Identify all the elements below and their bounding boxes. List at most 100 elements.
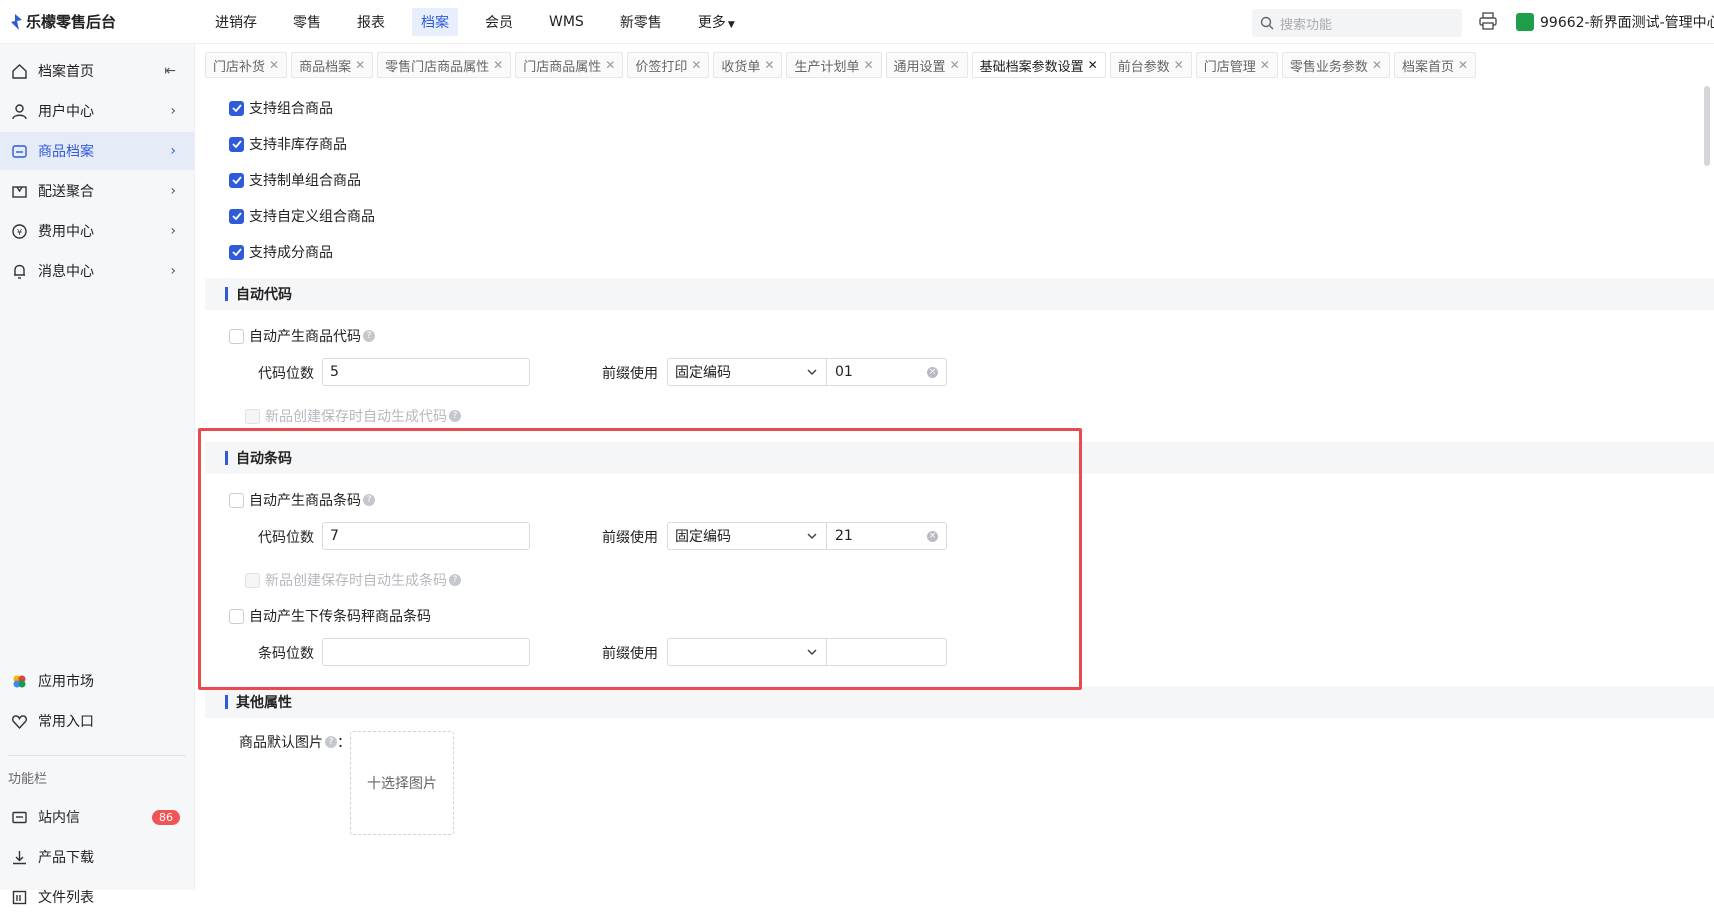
- tab-archive-home[interactable]: 档案首页 ✕: [1393, 52, 1477, 78]
- store-label: 99662-新界面测试-管理中心: [1540, 15, 1714, 31]
- search-box[interactable]: 搜索功能: [1252, 9, 1462, 37]
- printer-icon[interactable]: [1478, 12, 1498, 30]
- help-icon[interactable]: ?: [449, 574, 461, 586]
- checkbox-checked-icon[interactable]: [229, 208, 244, 224]
- checkbox-auto-scale-barcode[interactable]: 自动产生下传条码秤商品条码: [229, 606, 431, 626]
- help-icon[interactable]: ?: [325, 736, 337, 748]
- checkbox-checked-icon[interactable]: [229, 244, 244, 260]
- tab-store-replenish[interactable]: 门店补货 ✕: [205, 52, 288, 78]
- tab-retail-store-product-attr[interactable]: 零售门店商品属性 ✕: [377, 52, 512, 78]
- scale-digits-input[interactable]: [322, 638, 530, 666]
- sidebar-item-app-market[interactable]: 应用市场: [0, 662, 194, 700]
- scale-prefix-type-select[interactable]: [667, 638, 827, 666]
- checkbox-checked-icon[interactable]: [229, 100, 244, 116]
- sidebar-item-download[interactable]: 产品下载: [0, 838, 194, 876]
- topnav-item-retail[interactable]: 零售: [284, 8, 330, 36]
- barcode-prefix-value-input[interactable]: 21 ×: [827, 522, 947, 550]
- clear-icon[interactable]: ×: [927, 367, 938, 378]
- close-icon[interactable]: ✕: [691, 58, 701, 72]
- close-icon[interactable]: ✕: [1372, 58, 1382, 72]
- close-icon[interactable]: ✕: [1260, 58, 1270, 72]
- sidebar-item-message-center[interactable]: 消息中心 ›: [0, 252, 194, 290]
- sidebar-item-user-center[interactable]: 用户中心 ›: [0, 92, 194, 130]
- close-icon[interactable]: ✕: [1174, 58, 1184, 72]
- checkbox-label: 自动产生商品代码: [249, 329, 361, 345]
- checkbox-label: 支持非库存商品: [249, 137, 347, 153]
- close-icon[interactable]: ✕: [269, 58, 279, 72]
- store-switcher[interactable]: 99662-新界面测试-管理中心: [1516, 12, 1714, 32]
- checkbox-checked-icon[interactable]: [229, 136, 244, 152]
- sidebar-item-delivery[interactable]: 配送聚合 ›: [0, 172, 194, 210]
- topnav-item-member[interactable]: 会员: [476, 8, 522, 36]
- close-icon[interactable]: ✕: [1088, 58, 1098, 72]
- select-image-button[interactable]: 十选择图片: [350, 731, 454, 835]
- checkbox-order-combo-product[interactable]: 支持制单组合商品: [229, 170, 361, 190]
- tab-retail-business-params[interactable]: 零售业务参数 ✕: [1281, 52, 1390, 78]
- more-label: 更多: [697, 14, 726, 31]
- close-icon[interactable]: ✕: [764, 58, 774, 72]
- tab-product-archive[interactable]: 商品档案 ✕: [291, 52, 374, 78]
- close-icon[interactable]: ✕: [863, 58, 873, 72]
- sidebar-item-file-list[interactable]: 文件列表: [0, 878, 194, 916]
- checkbox-unchecked-icon[interactable]: [229, 608, 244, 624]
- sidebar-item-inbox[interactable]: 站内信 86: [0, 798, 194, 836]
- tab-general-settings[interactable]: 通用设置 ✕: [885, 52, 968, 78]
- prefix-value-input[interactable]: 01 ×: [827, 358, 947, 386]
- help-icon[interactable]: ?: [363, 330, 375, 342]
- checkbox-unchecked-icon[interactable]: [229, 328, 244, 344]
- help-icon[interactable]: ?: [449, 410, 461, 422]
- tab-frontend-params[interactable]: 前台参数 ✕: [1109, 52, 1192, 78]
- prefix-type-select[interactable]: 固定编码: [667, 358, 827, 386]
- sidebar-item-label: 用户中心: [38, 104, 94, 120]
- close-icon[interactable]: ✕: [605, 58, 615, 72]
- help-icon[interactable]: ?: [363, 494, 375, 506]
- scrollbar[interactable]: [1704, 86, 1714, 890]
- sidebar-item-archive-home[interactable]: 档案首页 ⇤: [0, 52, 194, 90]
- checkbox-auto-product-code[interactable]: 自动产生商品代码 ?: [229, 326, 375, 346]
- sidebar-item-fee-center[interactable]: ¥ 费用中心 ›: [0, 212, 194, 250]
- collapse-sidebar-icon[interactable]: ⇤: [164, 63, 176, 79]
- checkbox-non-stock-product[interactable]: 支持非库存商品: [229, 134, 347, 154]
- topnav-item-jxc[interactable]: 进销存: [206, 8, 266, 36]
- checkbox-auto-gen-code-on-save: 新品创建保存时自动生成代码 ?: [245, 406, 461, 426]
- checkbox-custom-combo-product[interactable]: 支持自定义组合商品: [229, 206, 375, 226]
- tab-store-product-attr[interactable]: 门店商品属性 ✕: [515, 52, 624, 78]
- prefix-type-value: 固定编码: [675, 529, 731, 545]
- tab-receipt[interactable]: 收货单 ✕: [713, 52, 783, 78]
- close-icon[interactable]: ✕: [1458, 58, 1468, 72]
- prefix-label: 前缀使用: [602, 530, 658, 546]
- barcode-digits-input[interactable]: 7: [322, 522, 530, 550]
- tab-basic-archive-params[interactable]: 基础档案参数设置 ✕: [971, 52, 1106, 78]
- tab-label: 价签打印: [635, 59, 688, 75]
- code-digits-input[interactable]: 5: [322, 358, 530, 386]
- checkbox-checked-icon[interactable]: [229, 172, 244, 188]
- topnav-item-wms[interactable]: WMS: [540, 10, 593, 34]
- scrollbar-thumb[interactable]: [1704, 86, 1710, 166]
- sidebar-item-favorites[interactable]: 常用入口: [0, 702, 194, 740]
- topnav-item-archive[interactable]: 档案: [412, 7, 458, 36]
- topnav-item-report[interactable]: 报表: [348, 8, 394, 36]
- barcode-prefix-type-select[interactable]: 固定编码: [667, 522, 827, 550]
- app-logo[interactable]: 乐檬零售后台: [0, 11, 188, 32]
- auto-barcode-fields: 代码位数 7 前缀使用 固定编码 21 ×: [205, 522, 1205, 550]
- tab-label: 门店商品属性: [523, 59, 602, 75]
- sidebar: 档案首页 ⇤ 用户中心 › 商品档案 › 配送聚合 › ¥ 费用中心 › 消息中…: [0, 44, 195, 906]
- topnav-item-new-retail[interactable]: 新零售: [611, 8, 671, 36]
- sidebar-item-product-archive[interactable]: 商品档案 ›: [0, 132, 194, 170]
- section-auto-code: 自动代码: [205, 278, 1714, 310]
- scale-prefix-value-input[interactable]: [827, 638, 947, 666]
- tab-store-management[interactable]: 门店管理 ✕: [1195, 52, 1278, 78]
- tab-label: 门店管理: [1203, 59, 1256, 75]
- checkbox-combo-product[interactable]: 支持组合商品: [229, 98, 333, 118]
- close-icon[interactable]: ✕: [355, 58, 365, 72]
- bell-icon: [10, 262, 28, 280]
- tab-production-plan[interactable]: 生产计划单 ✕: [786, 52, 882, 78]
- topnav-item-more[interactable]: 更多 ▼: [689, 8, 744, 36]
- clear-icon[interactable]: ×: [927, 531, 938, 542]
- checkbox-unchecked-icon[interactable]: [229, 492, 244, 508]
- checkbox-auto-product-barcode[interactable]: 自动产生商品条码 ?: [229, 490, 375, 510]
- close-icon[interactable]: ✕: [950, 58, 960, 72]
- tab-price-label-print[interactable]: 价签打印 ✕: [627, 52, 710, 78]
- close-icon[interactable]: ✕: [493, 58, 503, 72]
- checkbox-ingredient-product[interactable]: 支持成分商品: [229, 242, 333, 262]
